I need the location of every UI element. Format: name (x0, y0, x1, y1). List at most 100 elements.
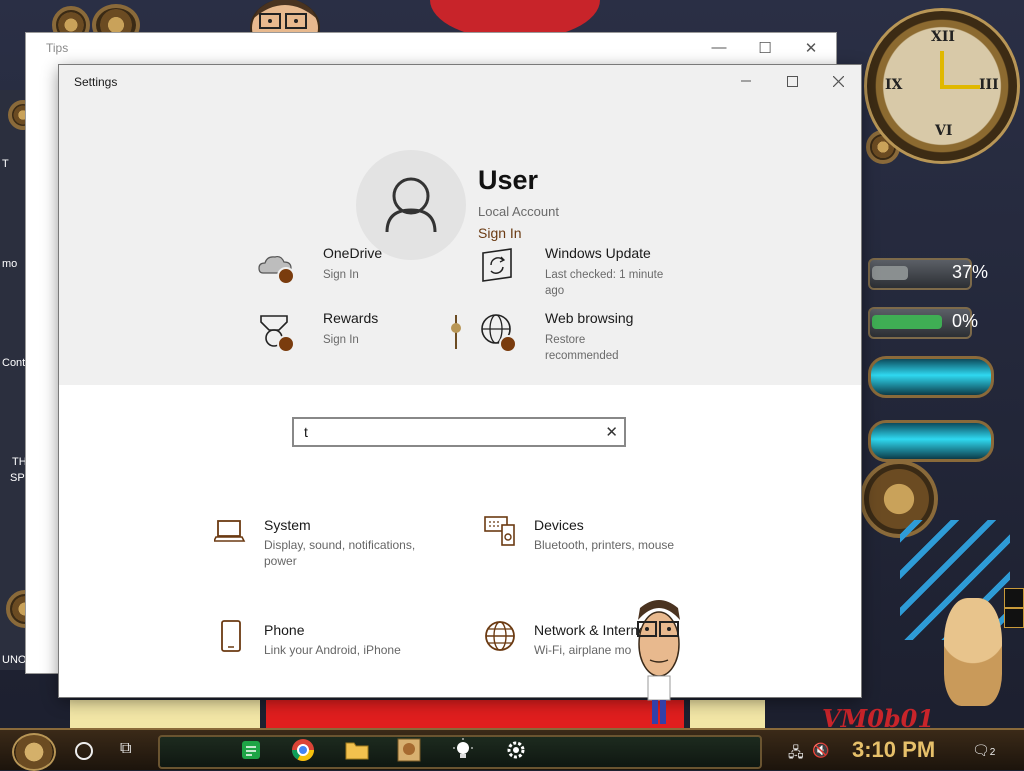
chrome-icon[interactable] (290, 737, 316, 763)
phone-category[interactable]: Phone Link your Android, iPhone (214, 620, 454, 680)
avatar[interactable] (356, 150, 466, 260)
folder-glyph (345, 742, 369, 760)
start-button[interactable] (12, 733, 56, 771)
clock-numeral: VI (935, 123, 953, 139)
keyboard-speaker-icon (484, 516, 515, 546)
status-badge (277, 267, 295, 285)
globe-icon (485, 621, 515, 651)
devices-category[interactable]: Devices Bluetooth, printers, mouse (484, 515, 724, 575)
category-subtitle: Display, sound, notifications, power (264, 538, 416, 568)
tips-window-title: Tips (46, 41, 69, 55)
web-browsing-tile[interactable]: Web browsing Restore recommended (479, 310, 679, 378)
tile-title: Rewards (323, 310, 379, 326)
network-tray-icon[interactable]: 🖧 (788, 742, 804, 766)
title-bar[interactable]: Settings (59, 65, 861, 97)
taskbar-clock[interactable]: 3:10 PM (852, 737, 935, 763)
clock-numeral: IX (885, 77, 903, 93)
tile-title: Web browsing (545, 310, 634, 326)
red-panel-decoration (266, 700, 684, 730)
task-view-icon[interactable]: ⧉ (120, 740, 131, 758)
settings-window: Settings User Local Account Sign In OneD… (59, 65, 861, 697)
tile-subtitle: Last checked: 1 minute ago (545, 269, 664, 297)
clock-numeral: III (979, 77, 999, 93)
windows-update-tile[interactable]: Windows Update Last checked: 1 minute ag… (479, 245, 679, 313)
close-button[interactable] (815, 65, 861, 97)
maximize-button[interactable] (769, 65, 815, 97)
tile-subtitle: Restore recommended (545, 334, 619, 362)
minimize-button[interactable] (723, 65, 769, 97)
terminal-icon[interactable] (1004, 608, 1024, 628)
onedrive-tile[interactable]: OneDrive Sign In (257, 245, 437, 297)
laptop-icon (214, 520, 246, 542)
category-title: System (264, 517, 311, 533)
tile-title: OneDrive (323, 245, 383, 261)
desktop-label: TH (12, 456, 27, 468)
tips-bulb-icon[interactable] (450, 737, 476, 763)
memory-meter-value: 0% (952, 311, 979, 331)
maximize-icon (786, 75, 798, 87)
steampunk-clock-widget: XII III VI IX (864, 8, 1020, 164)
sign-in-link[interactable]: Sign In (478, 225, 522, 241)
lightbulb-glyph (453, 738, 473, 758)
glow-tube-decoration (868, 356, 994, 398)
chat-app-glyph (242, 741, 260, 759)
photo-glyph (397, 738, 421, 762)
tile-subtitle: Sign In (323, 269, 359, 281)
sync-icon (482, 248, 512, 282)
category-title: Phone (264, 622, 305, 638)
cpu-meter-fill (872, 266, 908, 280)
desktop-label: Cont (2, 357, 26, 369)
clear-search-icon[interactable]: ✕ (605, 423, 618, 441)
memory-meter-fill (872, 315, 942, 329)
account-type: Local Account (478, 204, 559, 219)
chat-app-icon[interactable] (238, 737, 264, 763)
phone-icon (221, 620, 241, 652)
pointer-decoration (451, 315, 461, 349)
system-category[interactable]: System Display, sound, notifications, po… (214, 515, 454, 575)
taskbar: ⧉ 🖧 🔇 3:10 PM 🗨2 (0, 728, 1024, 771)
desktop-label: mo (2, 258, 18, 270)
cortana-search-icon[interactable] (75, 742, 93, 760)
paper-decoration (70, 700, 260, 730)
chrome-glyph (292, 739, 314, 761)
minimize-icon (741, 80, 751, 82)
glow-tube-decoration (868, 420, 994, 462)
tips-maximize-button[interactable]: ☐ (750, 39, 780, 57)
search-input-value: t (304, 424, 308, 440)
rewards-tile[interactable]: Rewards Sign In (257, 310, 437, 362)
category-subtitle: Link your Android, iPhone (264, 643, 401, 657)
volume-muted-icon[interactable]: 🔇 (812, 742, 829, 759)
paper-decoration (690, 700, 765, 730)
status-badge (499, 335, 517, 353)
settings-gear-icon[interactable] (503, 737, 529, 763)
settings-search-input[interactable]: t ✕ (292, 417, 626, 447)
close-icon (832, 75, 844, 87)
cpu-meter-value: 37% (952, 262, 989, 282)
window-title: Settings (74, 75, 118, 89)
clock-hour-hand (940, 51, 944, 87)
tips-close-button[interactable]: ✕ (796, 39, 826, 57)
desktop-label: UNO (2, 654, 27, 666)
cartoon-character-pet[interactable] (632, 600, 686, 726)
tile-subtitle: Sign In (323, 334, 359, 346)
category-subtitle: Bluetooth, printers, mouse (534, 538, 675, 552)
gear-icon[interactable] (1004, 588, 1024, 608)
category-title: Network & Interne (534, 622, 647, 638)
gear-glyph (507, 741, 525, 759)
photo-app-icon[interactable] (396, 737, 422, 763)
action-center-icon[interactable]: 🗨2 (972, 742, 995, 759)
clock-minute-hand (940, 85, 980, 89)
category-title: Devices (534, 517, 584, 533)
status-badge (277, 335, 295, 353)
file-explorer-icon[interactable] (344, 737, 370, 763)
notification-count: 2 (989, 747, 996, 758)
tile-title: Windows Update (545, 245, 651, 261)
clock-numeral: XII (931, 29, 955, 45)
hamster-image (944, 598, 1002, 706)
account-header: User Local Account Sign In OneDrive Sign… (59, 97, 861, 385)
network-category[interactable]: Network & Interne Wi-Fi, airplane mo (484, 620, 724, 680)
user-name: User (478, 165, 539, 195)
user-icon (385, 177, 437, 233)
desktop-label: T (2, 158, 9, 170)
tips-minimize-button[interactable]: — (704, 39, 734, 56)
